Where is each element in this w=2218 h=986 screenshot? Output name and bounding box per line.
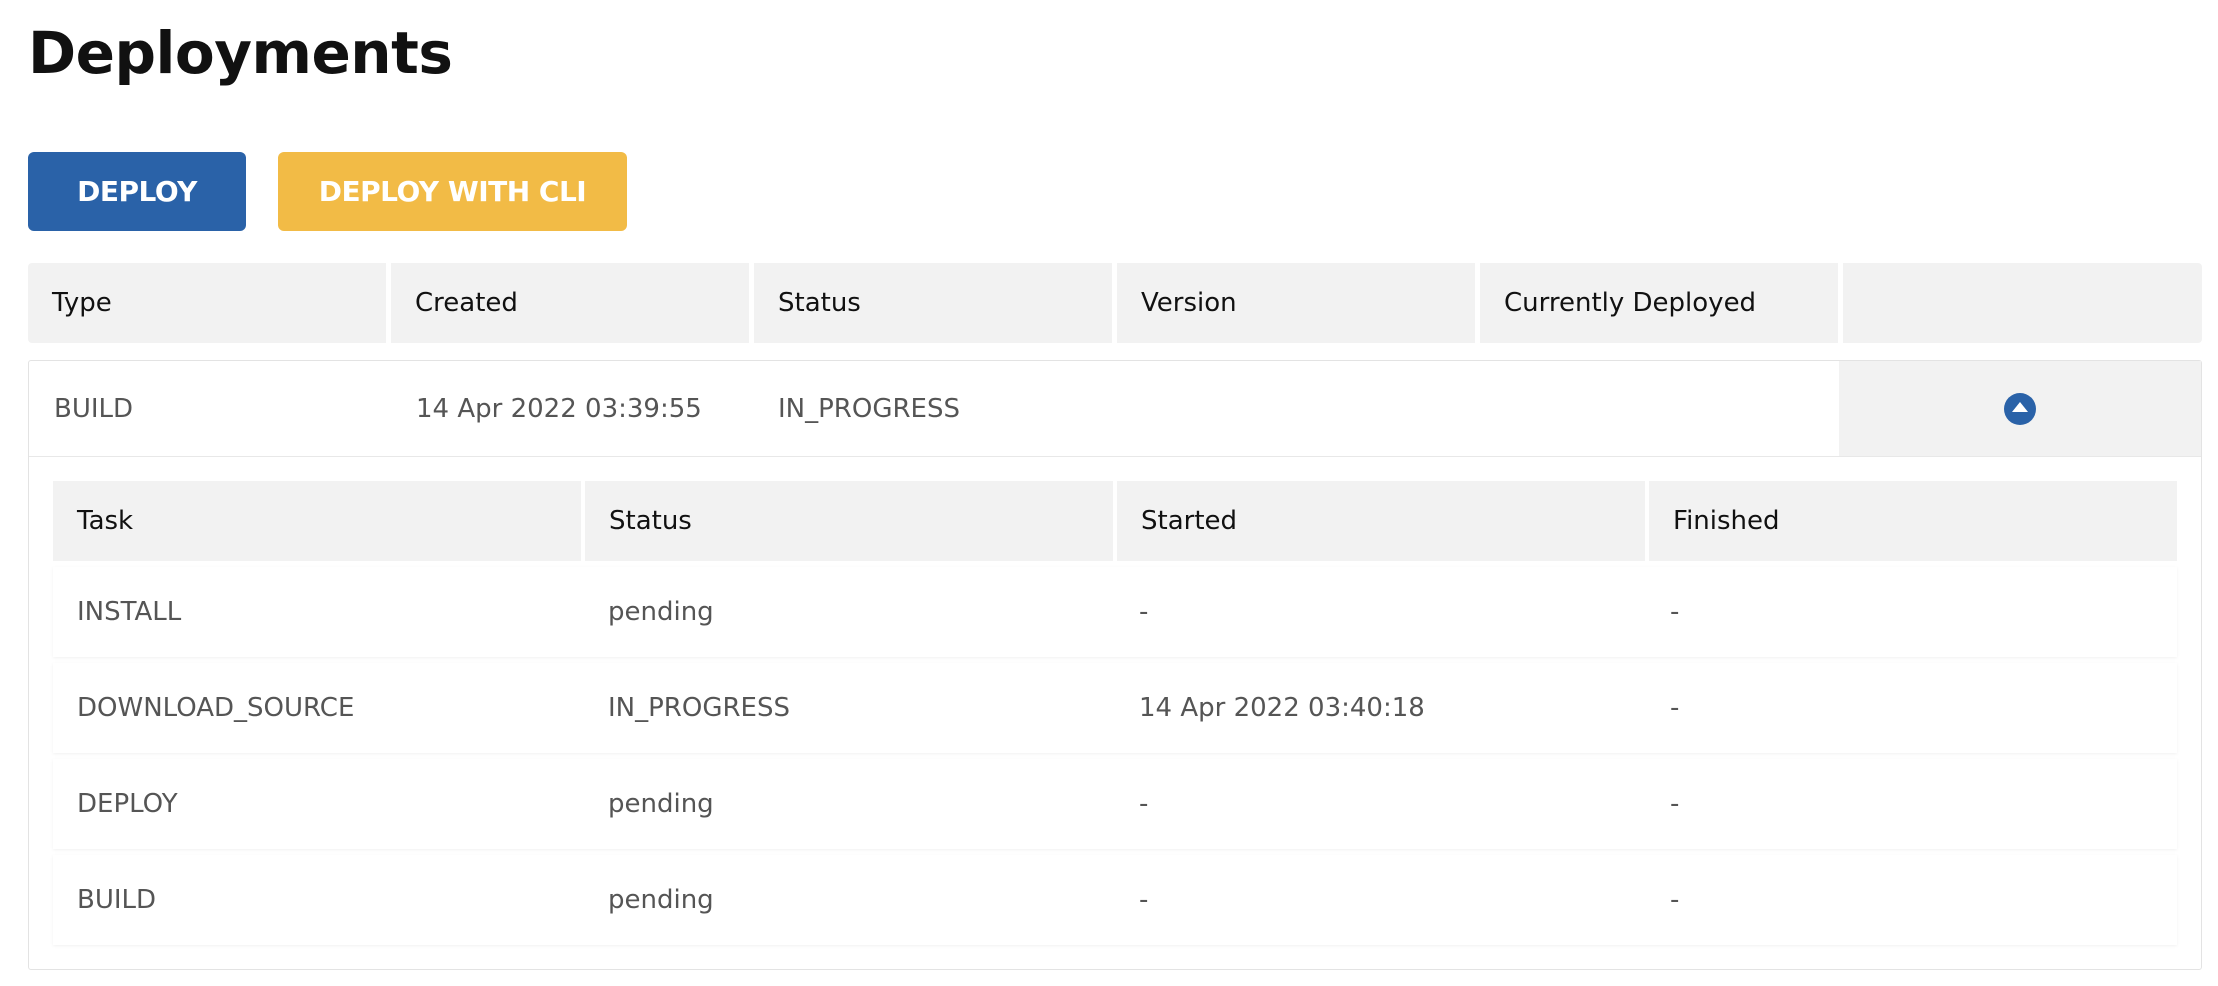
task-row: BUILD pending - - [53,855,2177,945]
task-finished: - [1670,789,1680,819]
task-name: DEPLOY [77,789,178,819]
chevron-up-circle-icon [2004,392,2036,425]
task-started: 14 Apr 2022 03:40:18 [1139,693,1425,723]
task-status: pending [608,597,714,627]
deployment-row: BUILD 14 Apr 2022 03:39:55 IN_PROGRESS T… [28,360,2202,970]
task-name: DOWNLOAD_SOURCE [77,693,355,723]
deployment-status: IN_PROGRESS [778,393,960,424]
task-finished: - [1670,885,1680,915]
task-row: DOWNLOAD_SOURCE IN_PROGRESS 14 Apr 2022 … [53,663,2177,753]
task-finished: - [1670,597,1680,627]
collapse-toggle-button[interactable] [1839,361,2201,456]
column-header-currently-deployed: Currently Deployed [1480,263,1838,343]
deployment-type: BUILD [54,393,134,424]
tasks-table-header: Task Status Started Finished [53,481,2177,561]
task-started: - [1139,597,1149,627]
task-row: DEPLOY pending - - [53,759,2177,849]
task-status: pending [608,885,714,915]
task-name: INSTALL [77,597,182,627]
task-started: - [1139,789,1149,819]
deploy-button[interactable]: DEPLOY [28,152,246,231]
toolbar: DEPLOY DEPLOY WITH CLI [28,152,627,231]
column-header-finished: Finished [1649,481,2177,561]
column-header-status: Status [754,263,1112,343]
task-finished: - [1670,693,1680,723]
deployment-row-summary[interactable]: BUILD 14 Apr 2022 03:39:55 IN_PROGRESS [29,361,2201,456]
column-header-version: Version [1117,263,1475,343]
task-panel: Task Status Started Finished INSTALL pen… [29,456,2201,969]
deployments-table: Type Created Status Version Currently De… [28,263,2202,970]
column-header-actions [1843,263,2202,343]
task-name: BUILD [77,885,157,915]
column-header-started: Started [1117,481,1645,561]
task-status: IN_PROGRESS [608,693,790,723]
column-header-task-status: Status [585,481,1113,561]
column-header-created: Created [391,263,749,343]
column-header-type: Type [28,263,386,343]
deployment-created: 14 Apr 2022 03:39:55 [416,393,702,424]
column-header-task: Task [53,481,581,561]
task-started: - [1139,885,1149,915]
deployments-table-header: Type Created Status Version Currently De… [28,263,2202,343]
task-row: INSTALL pending - - [53,567,2177,657]
task-status: pending [608,789,714,819]
page-title: Deployments [28,19,453,87]
deploy-with-cli-button[interactable]: DEPLOY WITH CLI [278,152,627,231]
